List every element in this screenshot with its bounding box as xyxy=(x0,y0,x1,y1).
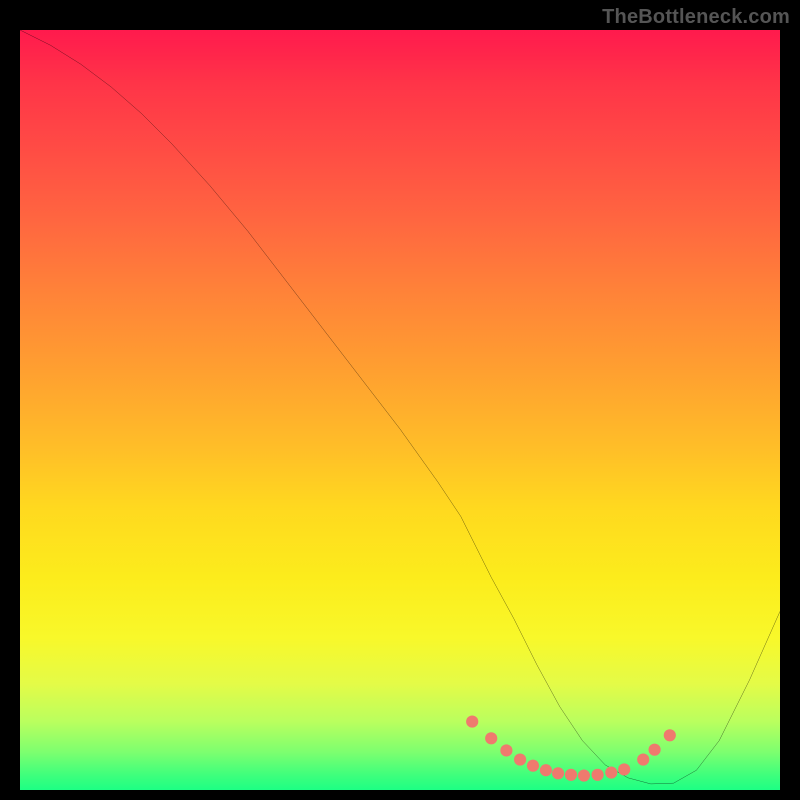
highlight-dot xyxy=(485,732,497,744)
highlight-dot xyxy=(605,766,617,778)
bottleneck-curve xyxy=(20,30,780,784)
highlight-dot xyxy=(649,744,661,756)
plot-area xyxy=(20,30,780,790)
highlight-dot xyxy=(514,754,526,766)
highlight-dots xyxy=(466,716,676,782)
highlight-dot xyxy=(565,769,577,781)
highlight-dot xyxy=(466,716,478,728)
highlight-dot xyxy=(540,764,552,776)
highlight-dot xyxy=(664,729,676,741)
highlight-dot xyxy=(552,767,564,779)
highlight-dot xyxy=(500,744,512,756)
highlight-dot xyxy=(527,760,539,772)
chart-stage: TheBottleneck.com xyxy=(0,0,800,800)
highlight-dot xyxy=(618,763,630,775)
highlight-dot xyxy=(578,769,590,781)
highlight-dot xyxy=(592,769,604,781)
plot-overlay xyxy=(20,30,780,790)
highlight-dot xyxy=(637,754,649,766)
watermark-label: TheBottleneck.com xyxy=(602,6,790,29)
